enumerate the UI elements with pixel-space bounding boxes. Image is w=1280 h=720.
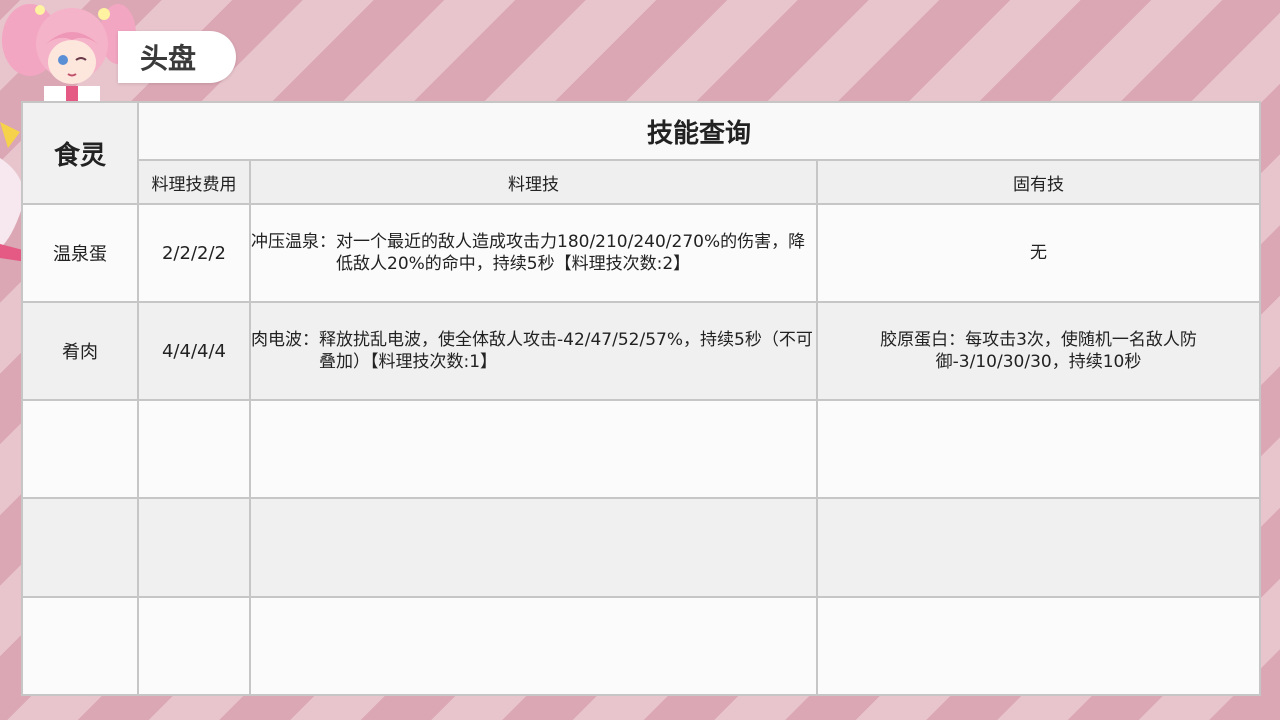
table-row: 温泉蛋 2/2/2/2 冲压温泉： 对一个最近的敌人造成攻击力180/210/2…	[21, 203, 1262, 303]
cooking-skill-cell	[249, 596, 818, 696]
cooking-skill-cell	[249, 399, 818, 499]
skill-cost	[137, 399, 251, 499]
cooking-skill-cell: 肉电波： 释放扰乱电波，使全体敌人攻击-42/47/52/57%，持续5秒（不可…	[249, 301, 818, 401]
inherent-skill-cell	[815, 399, 1262, 499]
section-title-tab: 头盘	[118, 31, 236, 83]
cooking-skill-name: 肉电波：	[251, 330, 319, 350]
skill-table: 食灵 技能查询 料理技费用 料理技 固有技 温泉蛋 2/2/2/2 冲压温泉： …	[21, 101, 1262, 696]
cooking-skill-cell	[249, 497, 818, 598]
inherent-skill-description: 胶原蛋白：每攻击3次，使随机一名敌人防御-3/10/30/30，持续10秒	[880, 330, 1197, 372]
table-row	[21, 596, 1262, 696]
table-row	[21, 399, 1262, 499]
inherent-skill-cell	[815, 596, 1262, 696]
food-soul-name	[21, 399, 139, 499]
inherent-skill-cell: 无	[815, 203, 1262, 303]
cooking-skill-cell: 冲压温泉： 对一个最近的敌人造成攻击力180/210/240/270%的伤害，降…	[249, 203, 818, 303]
table-row	[21, 497, 1262, 598]
header-skill-cost: 料理技费用	[137, 159, 251, 205]
inherent-skill-description: 无	[1030, 243, 1048, 263]
skill-cost: 4/4/4/4	[137, 301, 251, 401]
cooking-skill-name: 冲压温泉：	[251, 232, 336, 252]
skill-cost	[137, 497, 251, 598]
cooking-skill-description: 释放扰乱电波，使全体敌人攻击-42/47/52/57%，持续5秒（不可叠加）【料…	[319, 330, 813, 372]
cooking-skill-description: 对一个最近的敌人造成攻击力180/210/240/270%的伤害，降低敌人20%…	[336, 232, 806, 274]
skill-cost: 2/2/2/2	[137, 203, 251, 303]
food-soul-name	[21, 596, 139, 696]
food-soul-name: 肴肉	[21, 301, 139, 401]
table-row: 肴肉 4/4/4/4 肉电波： 释放扰乱电波，使全体敌人攻击-42/47/52/…	[21, 301, 1262, 401]
food-soul-name	[21, 497, 139, 598]
inherent-skill-cell: 胶原蛋白：每攻击3次，使随机一名敌人防御-3/10/30/30，持续10秒	[815, 301, 1262, 401]
food-soul-name: 温泉蛋	[21, 203, 139, 303]
table-title: 技能查询	[136, 101, 1262, 161]
header-cooking-skill: 料理技	[249, 159, 818, 205]
skill-cost	[137, 596, 251, 696]
section-title: 头盘	[140, 42, 197, 75]
header-inherent-skill: 固有技	[815, 159, 1262, 205]
inherent-skill-cell	[815, 497, 1262, 598]
header-food-soul: 食灵	[21, 101, 139, 205]
